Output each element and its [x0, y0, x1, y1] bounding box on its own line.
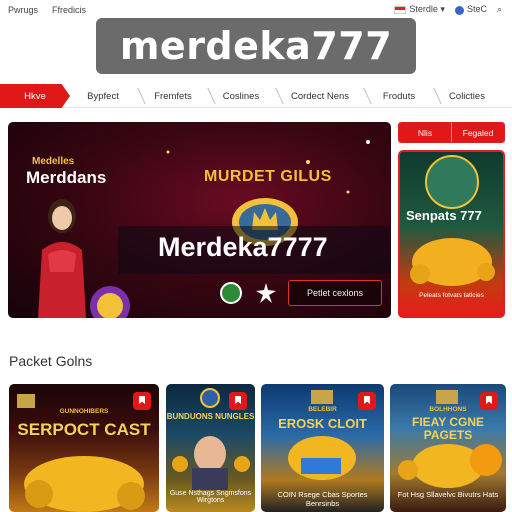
hero-headline: Merdeka7777 [158, 232, 328, 262]
game-card-1-title: SERPOCT CAST [17, 420, 151, 439]
featured-card-caption: Peleats fotvats tatlcies [419, 292, 484, 299]
user-icon [454, 5, 464, 15]
nav-tab-6[interactable]: Froduts [368, 84, 430, 108]
main-nav: Hkve Bypfect Fremfets Coslines Cordect N… [0, 84, 512, 108]
hero-brand: Merddans [26, 168, 107, 187]
featured-card-title: Senpats 777 [406, 208, 482, 223]
game-art-1 [17, 394, 145, 512]
game-card-2-desc: Guse Nsthags Sngmsfons Wirgtons [169, 490, 252, 504]
topbar-left: Pwrugs Ffredicis [8, 5, 86, 15]
search-icon[interactable]: ⌕ [497, 4, 502, 15]
chips-decoration-icon [90, 286, 130, 318]
nav-tab-4[interactable]: Coslines [212, 84, 270, 108]
side-tab-2[interactable]: Fegaled [451, 123, 504, 142]
side-tabs: Nlis Fegaled [398, 122, 505, 143]
game-card-2[interactable]: BUNDUONS NUNGLES Guse Nsthags Sngmsfons … [166, 384, 255, 512]
language-label: Sterdle [409, 4, 438, 14]
game-card-3[interactable]: BELEBIR EROSK CLOIT COIN Rsege Cbas Spor… [261, 384, 384, 512]
game-card-1-subtitle: GUNNOHIBERS [59, 408, 109, 415]
top-utility-bar: Pwrugs Ffredicis Sterdle ▾ SteC ⌕ [0, 0, 512, 20]
game-card-2-title: BUNDUONS NUNGLES [166, 412, 255, 421]
whatsapp-icon[interactable] [220, 282, 242, 304]
game-card-4[interactable]: BOLHHONS FIEAY CGNE PAGETS Fot Hsg Sllav… [390, 384, 506, 512]
hero-tagline: MURDET GILUS [204, 168, 332, 185]
chevron-down-icon: ▾ [440, 4, 445, 14]
sparkle-icon[interactable] [255, 282, 277, 304]
hero-cta-button[interactable]: Petlet cexlons [288, 280, 382, 306]
game-card-1[interactable]: GUNNOHIBERS SERPOCT CAST [9, 384, 159, 512]
game-card-3-title: EROSK CLOIT [278, 416, 367, 431]
language-selector[interactable]: Sterdle ▾ [394, 4, 445, 15]
game-card-4-desc: Fot Hsg Sllavelvc Bivutrs Hats [397, 490, 499, 499]
game-card-4-subtitle: BOLHHONS [429, 406, 467, 413]
featured-game-card[interactable]: Senpats 777 Peleats fotvats tatlcies [398, 150, 505, 318]
hero-brand-top: Medelles [32, 156, 75, 167]
nav-tab-2[interactable]: Bypfect [72, 84, 134, 108]
account-label: SteC [466, 4, 487, 15]
section-title: Packet Golns [9, 353, 93, 369]
topbar-link-2[interactable]: Ffredicis [52, 5, 86, 15]
topbar-right: Sterdle ▾ SteC ⌕ [394, 4, 502, 15]
nav-tab-7[interactable]: Colicties [436, 84, 498, 108]
nav-tab-3[interactable]: Fremfets [142, 84, 204, 108]
side-tab-1[interactable]: Nlis [399, 123, 451, 142]
topbar-link-1[interactable]: Pwrugs [8, 5, 38, 15]
nav-tab-home[interactable]: Hkve [0, 84, 70, 108]
hero-banner[interactable]: Medelles Merddans MURDET GILUS Merdeka77… [8, 122, 391, 318]
game-card-4-title: FIEAY CGNE PAGETS [411, 415, 485, 442]
nav-tab-5[interactable]: Cordect Nens [280, 84, 360, 108]
game-card-3-desc: COIN Rsege Cbas Sportes Benrsinbs [277, 490, 368, 508]
flag-icon [394, 5, 407, 14]
site-logo[interactable]: merdeka777 [96, 18, 416, 74]
logo-text: merdeka777 [119, 24, 393, 68]
game-card-3-subtitle: BELEBIR [308, 406, 337, 413]
account-menu[interactable]: SteC [454, 4, 487, 15]
